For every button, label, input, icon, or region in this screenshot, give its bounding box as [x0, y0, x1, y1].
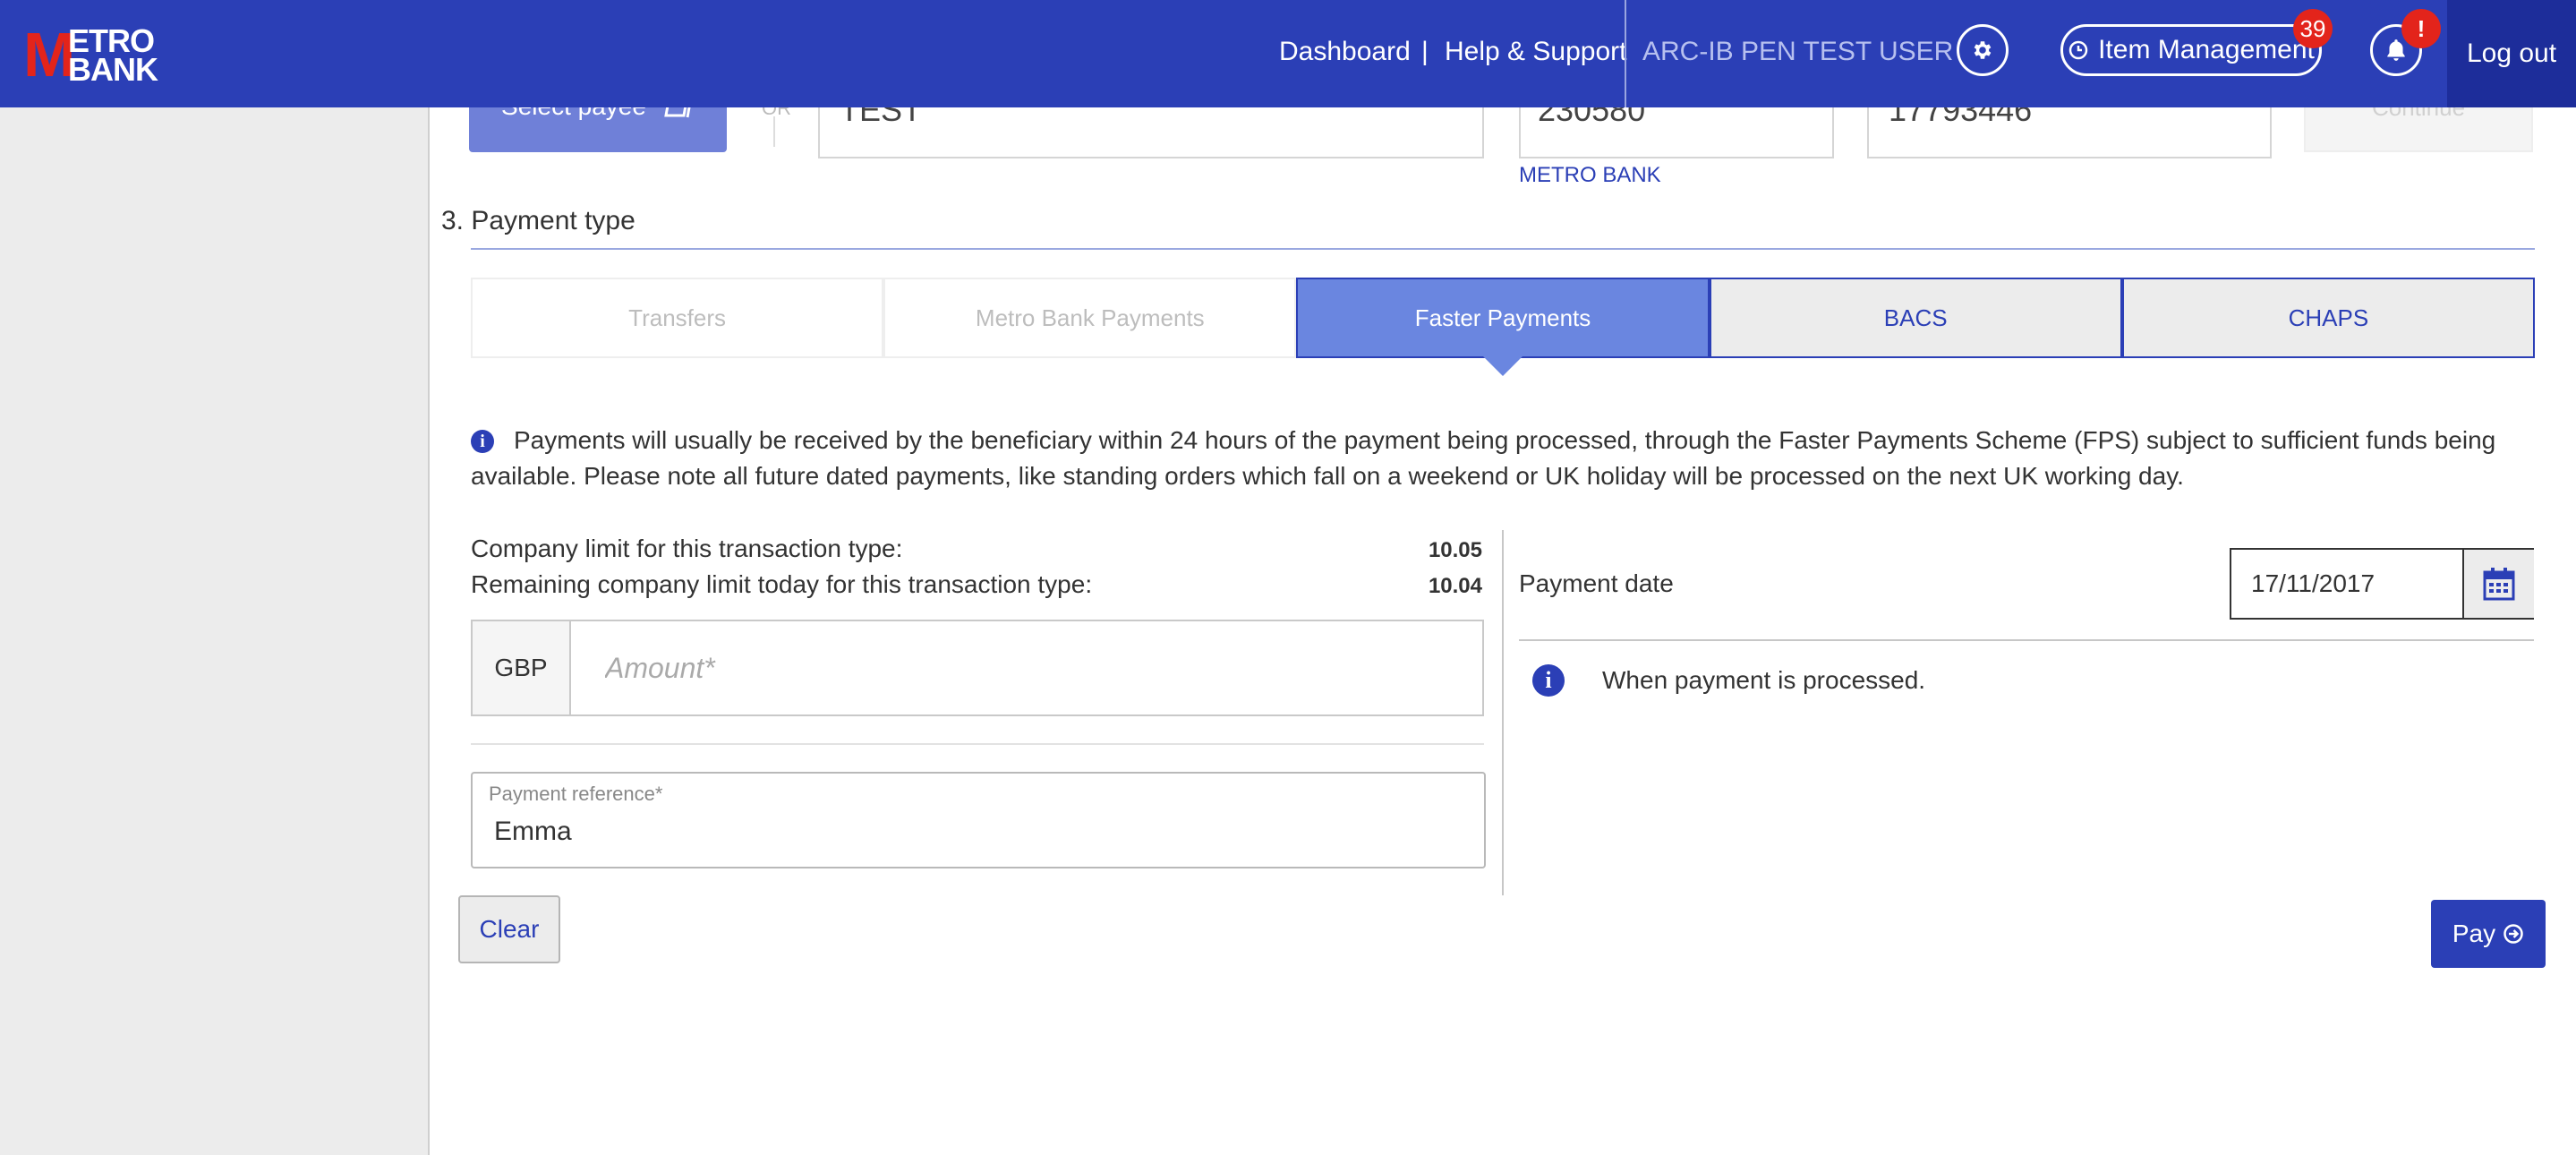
- calendar-icon: [2483, 568, 2515, 601]
- sidebar: [0, 107, 430, 1155]
- payment-date-field-group: [2230, 548, 2534, 620]
- nav-separator: |: [1421, 37, 1429, 66]
- pay-label: Pay: [2452, 920, 2496, 947]
- company-limit-value: 10.05: [1428, 538, 1482, 562]
- tab-metro-bank-payments[interactable]: Metro Bank Payments: [883, 278, 1297, 358]
- bell-icon: [2387, 39, 2405, 61]
- calendar-button[interactable]: [2462, 550, 2534, 618]
- pay-button[interactable]: Pay: [2431, 900, 2546, 968]
- item-management-label: Item Management: [2098, 35, 2315, 64]
- user-name: ARC-IB PEN TEST USER: [1642, 37, 1954, 66]
- company-limit-label: Company limit for this transaction type:: [471, 535, 903, 562]
- currency-label: GBP: [473, 621, 571, 714]
- arrow-right-circle-icon: [2503, 924, 2523, 944]
- logo-bottom-text: BANK: [68, 51, 158, 88]
- column-divider: [1502, 530, 1504, 895]
- tab-chaps[interactable]: CHAPS: [2121, 278, 2536, 358]
- date-divider: [1519, 639, 2534, 641]
- metro-bank-logo[interactable]: M ETRO BANK: [23, 21, 166, 86]
- or-divider: [773, 116, 775, 147]
- faster-payments-info: Payments will usually be received by the…: [471, 426, 2496, 490]
- logout-button[interactable]: Log out: [2447, 0, 2576, 107]
- amount-field-group: GBP: [471, 620, 1484, 716]
- tab-transfers[interactable]: Transfers: [471, 278, 884, 358]
- payment-reference-value: Emma: [494, 817, 572, 846]
- payment-reference-label: Payment reference*: [489, 783, 663, 805]
- nav-help-support[interactable]: Help & Support: [1445, 34, 1626, 70]
- item-count-badge: 39: [2293, 9, 2333, 48]
- bank-name-label: METRO BANK: [1519, 163, 1661, 187]
- tab-bacs[interactable]: BACS: [1709, 278, 2122, 358]
- section-divider: [471, 248, 2535, 250]
- remaining-limit-label: Remaining company limit today for this t…: [471, 570, 1093, 598]
- gear-icon: [1974, 41, 1992, 59]
- clock-icon: [2068, 40, 2088, 60]
- nav-dashboard[interactable]: Dashboard: [1279, 34, 1411, 70]
- payment-reference-field[interactable]: Payment reference* Emma: [471, 772, 1486, 868]
- logo-m: M: [23, 20, 75, 90]
- payment-type-tabs: Transfers Metro Bank Payments Faster Pay…: [471, 278, 2536, 376]
- nav-divider: [1625, 0, 1626, 107]
- clear-button[interactable]: Clear: [458, 895, 560, 963]
- top-nav-bar: M ETRO BANK Dashboard | Help & Support A…: [0, 0, 2576, 107]
- tab-faster-payments[interactable]: Faster Payments: [1296, 278, 1710, 376]
- amount-input[interactable]: [571, 621, 1482, 714]
- notification-alert-badge: !: [2401, 9, 2441, 48]
- payment-date-input[interactable]: [2231, 550, 2461, 618]
- settings-button[interactable]: [1957, 24, 2009, 76]
- item-management-button[interactable]: Item Management: [2060, 24, 2322, 76]
- section-title-payment-type: 3. Payment type: [441, 206, 635, 235]
- info-icon: i: [1532, 664, 1565, 697]
- remaining-limit-value: 10.04: [1428, 574, 1482, 598]
- payment-date-label: Payment date: [1519, 569, 1674, 597]
- form-divider: [471, 743, 1484, 745]
- payment-date-info: When payment is processed.: [1602, 666, 1926, 694]
